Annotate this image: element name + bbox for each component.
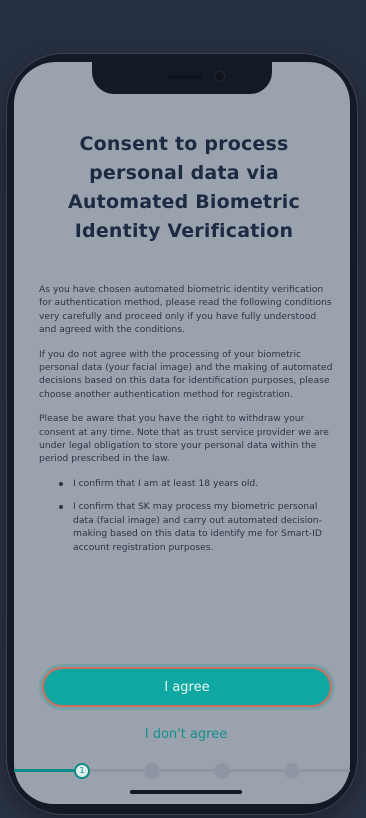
disagree-link[interactable]: I don't agree — [100, 724, 272, 746]
consent-title: Consent to process personal data via Aut… — [68, 133, 300, 242]
step-progress: 1 — [14, 763, 350, 779]
consent-paragraph: Please be aware that you have the right … — [39, 413, 329, 465]
camera-icon — [214, 71, 225, 82]
step-indicator — [144, 763, 160, 779]
progress-fill — [14, 769, 82, 772]
consent-paragraph: As you have chosen automated biometric i… — [39, 284, 332, 336]
step-indicator — [214, 763, 230, 779]
consent-text: As you have chosen automated biometric i… — [39, 283, 336, 564]
agree-button[interactable]: I agree — [42, 667, 332, 707]
confirmation-item: I confirm that I am at least 18 years ol… — [57, 477, 336, 490]
consent-paragraph: If you do not agree with the processing … — [39, 348, 333, 400]
confirmation-item: I confirm that SK may process my biometr… — [57, 500, 336, 554]
step-indicator — [284, 763, 300, 779]
speaker-grille-icon — [168, 75, 202, 79]
confirmation-list: I confirm that I am at least 18 years ol… — [39, 477, 336, 554]
background: Consent to process personal data via Aut… — [0, 0, 366, 818]
home-indicator — [130, 790, 242, 794]
scroll-fade — [14, 610, 350, 646]
step-indicator-active: 1 — [74, 763, 90, 779]
